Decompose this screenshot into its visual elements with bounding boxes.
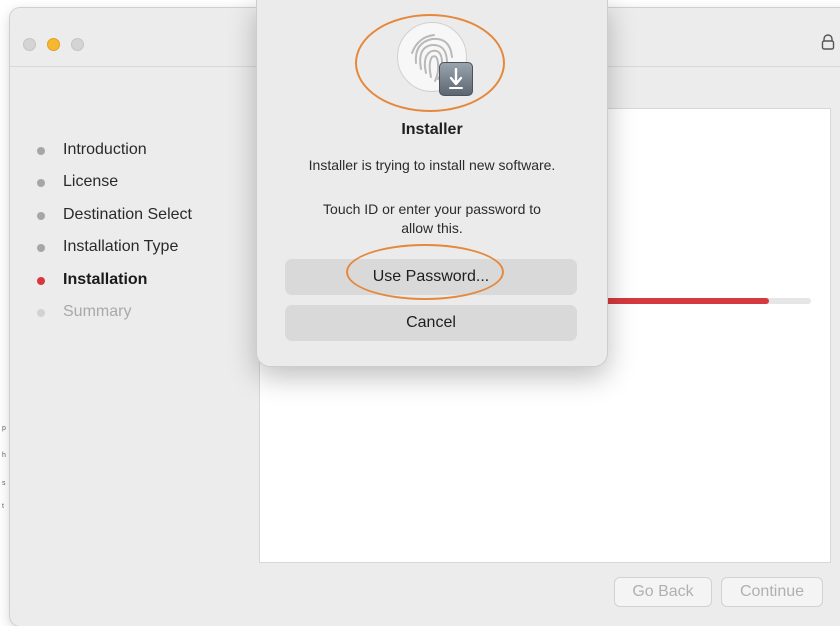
zoom-window-button[interactable]	[71, 38, 84, 51]
background-glyph: t	[2, 503, 4, 510]
step-label: Summary	[63, 303, 132, 320]
step-label: Introduction	[63, 141, 147, 158]
step-summary: Summary	[10, 299, 250, 329]
go-back-button[interactable]: Go Back	[614, 577, 712, 607]
close-window-button[interactable]	[23, 38, 36, 51]
step-label: Installation	[63, 271, 148, 288]
background-glyph: h	[2, 452, 6, 459]
step-introduction: Introduction	[10, 137, 250, 167]
cancel-button[interactable]: Cancel	[285, 305, 577, 341]
step-bullet	[37, 212, 45, 220]
step-bullet	[37, 244, 45, 252]
step-label: Installation Type	[63, 238, 179, 255]
background-glyph: s	[2, 480, 6, 487]
installer-package-icon	[439, 62, 473, 96]
minimize-window-button[interactable]	[47, 38, 60, 51]
use-password-button[interactable]: Use Password...	[285, 259, 577, 295]
dialog-icon	[397, 22, 473, 98]
step-bullet	[37, 309, 45, 317]
authentication-dialog: Installer Installer is trying to install…	[256, 0, 608, 367]
step-installation: Installation	[10, 267, 250, 297]
dialog-message: Installer is trying to install new softw…	[308, 157, 556, 173]
step-label: Destination Select	[63, 206, 192, 223]
continue-button[interactable]: Continue	[721, 577, 823, 607]
step-destination-select: Destination Select	[10, 202, 250, 232]
dialog-sub-message: Touch ID or enter your password to allow…	[323, 201, 541, 236]
step-license: License	[10, 169, 250, 199]
step-bullet	[37, 179, 45, 187]
active-step-bullet	[37, 277, 45, 285]
lock-icon	[821, 34, 835, 50]
dialog-title: Installer	[401, 121, 463, 138]
background-glyph: p	[2, 425, 6, 432]
step-label: License	[63, 173, 119, 190]
download-arrow-icon	[449, 68, 463, 89]
step-bullet	[37, 147, 45, 155]
step-installation-type: Installation Type	[10, 234, 250, 264]
